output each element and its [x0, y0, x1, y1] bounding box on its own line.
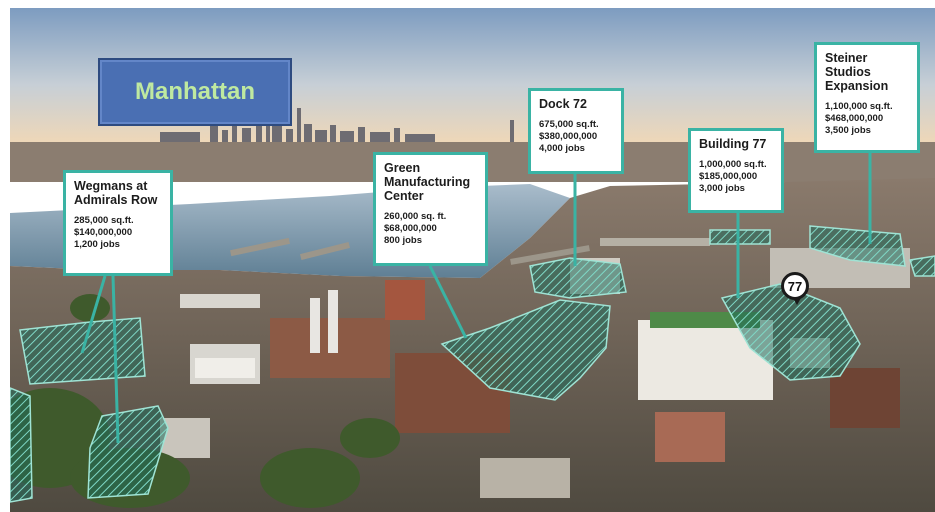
site-card-title: Building 77	[699, 137, 767, 151]
site-card-stats: 260,000 sq. ft. $68,000,000 800 jobs	[384, 211, 447, 246]
site-dock-72	[529, 257, 627, 299]
manhattan-label: Manhattan	[98, 58, 292, 126]
site-steiner-upper	[709, 229, 771, 245]
site-card-wegmans: Wegmans at Admirals Row 285,000 sq.ft. $…	[63, 170, 173, 276]
site-card-dock-72: Dock 72 675,000 sq.ft. $380,000,000 4,00…	[528, 88, 624, 174]
site-card-title: Dock 72	[539, 97, 587, 111]
site-card-building-77: Building 77 1,000,000 sq.ft. $185,000,00…	[688, 128, 784, 213]
site-card-title: Wegmans at Admirals Row	[74, 179, 158, 207]
site-steiner-edge	[909, 255, 935, 277]
site-card-stats: 1,100,000 sq.ft. $468,000,000 3,500 jobs	[825, 101, 893, 136]
site-card-steiner-studios: Steiner Studios Expansion 1,100,000 sq.f…	[814, 42, 920, 153]
site-card-stats: 675,000 sq.ft. $380,000,000 4,000 jobs	[539, 119, 599, 154]
building-77-map-pin: 77	[781, 272, 809, 305]
site-card-stats: 285,000 sq.ft. $140,000,000 1,200 jobs	[74, 215, 134, 250]
aerial-photo-frame: Manhattan Wegmans at Admirals Row 285,00…	[0, 0, 935, 512]
site-card-title: Steiner Studios Expansion	[825, 51, 889, 93]
site-card-title: Green Manufacturing Center	[384, 161, 471, 203]
site-left-edge	[10, 387, 33, 503]
site-card-stats: 1,000,000 sq.ft. $185,000,000 3,000 jobs	[699, 159, 767, 194]
site-card-green-manufacturing: Green Manufacturing Center 260,000 sq. f…	[373, 152, 488, 266]
